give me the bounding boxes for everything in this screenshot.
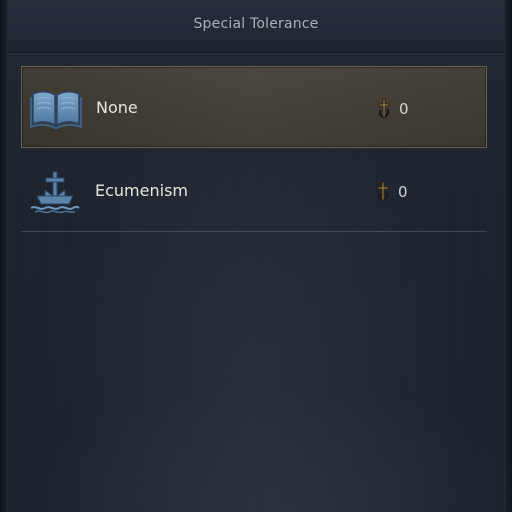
piety-icon [378,98,390,119]
window-title: Special Tolerance [193,16,319,32]
open-book-icon [30,91,82,129]
piety-icon [377,181,389,202]
option-value: 0 [398,183,408,201]
window-header: Special Tolerance [8,0,504,53]
tolerance-options-list: None 0 Ecumenism 0 [21,66,487,232]
cross-ship-icon [30,171,80,214]
option-name: None [96,98,138,117]
option-name: Ecumenism [95,181,188,200]
option-ecumenism[interactable]: Ecumenism 0 [21,150,487,232]
option-value: 0 [399,100,409,118]
background-shade [0,382,512,512]
special-tolerance-window: Special Tolerance None 0 Ecumenism 0 [0,0,512,512]
option-none[interactable]: None 0 [21,66,487,148]
